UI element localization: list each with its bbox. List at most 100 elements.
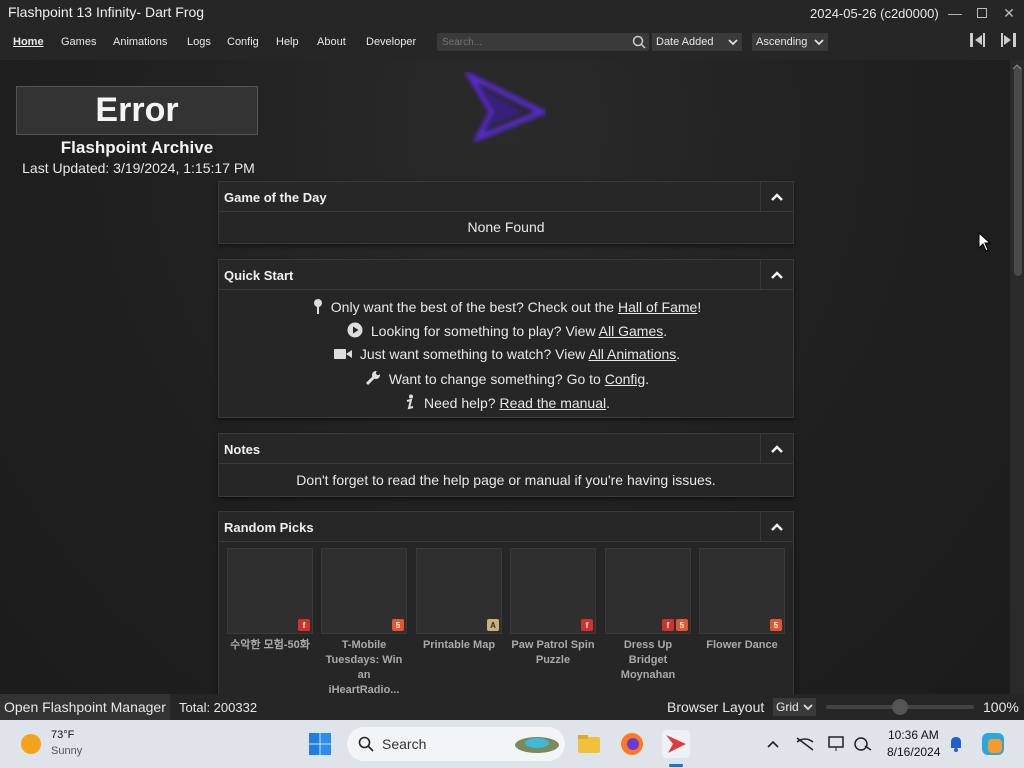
clock-time[interactable]: 10:36 AM bbox=[888, 728, 939, 742]
window-title: Flashpoint 13 Infinity- Dart Frog bbox=[8, 4, 205, 20]
sync-icon[interactable] bbox=[853, 736, 873, 752]
config-link[interactable]: Config bbox=[605, 371, 645, 387]
app-window: Flashpoint 13 Infinity- Dart Frog 2024-0… bbox=[0, 0, 1024, 720]
collapse-button[interactable] bbox=[760, 182, 793, 212]
flash-platform-icon: f bbox=[298, 619, 310, 631]
game-thumbnail: A bbox=[416, 548, 502, 634]
network-disconnected-icon[interactable] bbox=[795, 736, 815, 752]
all-animations-link[interactable]: All Animations bbox=[588, 346, 676, 362]
folder-icon bbox=[578, 735, 600, 753]
panel-title: Random Picks bbox=[224, 520, 314, 535]
status-bar: Open Flashpoint Manager Total: 200332 Br… bbox=[0, 694, 1024, 720]
notification-bell-icon[interactable] bbox=[948, 735, 964, 753]
menu-about[interactable]: About bbox=[317, 36, 346, 48]
panel-title: Notes bbox=[224, 442, 261, 457]
flash-platform-icon: f bbox=[662, 619, 674, 631]
wrench-icon bbox=[365, 371, 380, 386]
taskbar: 73°F Sunny Search 10:36 AM 8/16/2024 bbox=[0, 720, 1024, 768]
zoom-slider-thumb[interactable] bbox=[892, 699, 908, 715]
menu-games[interactable]: Games bbox=[61, 36, 96, 48]
video-icon bbox=[333, 349, 352, 359]
version-label: 2024-05-26 (c2d0000) bbox=[810, 6, 939, 21]
active-app-indicator bbox=[669, 764, 683, 767]
chevron-up-icon[interactable] bbox=[766, 739, 780, 749]
medal-icon bbox=[313, 299, 322, 314]
html5-platform-icon: 5 bbox=[392, 619, 404, 631]
game-thumbnail: f bbox=[510, 548, 596, 634]
random-pick-card[interactable]: A Printable Map bbox=[416, 548, 502, 653]
firefox-button[interactable] bbox=[618, 730, 646, 758]
menu-animations[interactable]: Animations bbox=[113, 36, 167, 48]
clock-date[interactable]: 8/16/2024 bbox=[887, 745, 940, 759]
last-updated: Last Updated: 3/19/2024, 1:15:17 PM bbox=[22, 160, 255, 176]
quick-item-all-animations: Just want something to watch? View All A… bbox=[219, 346, 795, 362]
mouse-cursor-icon bbox=[978, 232, 992, 252]
close-button[interactable]: ✕ bbox=[998, 3, 1020, 23]
menu-home[interactable]: Home bbox=[13, 36, 44, 48]
collapse-button[interactable] bbox=[760, 434, 793, 464]
file-explorer-button[interactable] bbox=[575, 730, 603, 758]
info-icon bbox=[406, 394, 414, 410]
layout-select[interactable]: Grid bbox=[773, 698, 816, 716]
menu-config[interactable]: Config bbox=[227, 36, 259, 48]
random-pick-card[interactable]: 5 T-Mobile Tuesdays: Win an iHeartRadio... bbox=[321, 548, 407, 698]
read-manual-link[interactable]: Read the manual bbox=[499, 395, 606, 411]
search-icon[interactable] bbox=[632, 35, 646, 49]
scrollbar-thumb[interactable] bbox=[1014, 66, 1022, 276]
chevron-up-icon bbox=[771, 523, 783, 531]
display-icon[interactable] bbox=[827, 736, 847, 752]
weather-temp: 73°F bbox=[51, 729, 75, 741]
game-thumbnail: 5 bbox=[321, 548, 407, 634]
panel-header: Random Picks bbox=[219, 512, 793, 542]
search-highlight-icon bbox=[515, 737, 559, 753]
menu-help[interactable]: Help bbox=[276, 36, 299, 48]
play-icon bbox=[347, 322, 363, 338]
taskbar-search-box[interactable]: Search bbox=[347, 727, 565, 761]
sort-field-select[interactable]: Date Added bbox=[652, 33, 742, 51]
title-bar: Flashpoint 13 Infinity- Dart Frog 2024-0… bbox=[0, 0, 1024, 26]
collapse-button[interactable] bbox=[760, 260, 793, 290]
total-count: Total: 200332 bbox=[179, 700, 258, 715]
game-thumbnail: f bbox=[227, 548, 313, 634]
all-games-link[interactable]: All Games bbox=[599, 323, 664, 339]
random-pick-card[interactable]: 5 Flower Dance bbox=[699, 548, 785, 653]
sun-icon[interactable] bbox=[20, 733, 42, 755]
scroll-up-icon[interactable] bbox=[1008, 62, 1024, 72]
game-of-the-day-panel: Game of the Day None Found bbox=[218, 181, 794, 244]
menu-developer[interactable]: Developer bbox=[366, 36, 416, 48]
toggle-left-sidebar-icon[interactable] bbox=[968, 32, 990, 48]
toggle-right-sidebar-icon[interactable] bbox=[996, 32, 1018, 48]
maximize-button[interactable] bbox=[971, 3, 993, 23]
html5-platform-icon: 5 bbox=[676, 619, 688, 631]
game-title: 수악한 모험-50화 bbox=[230, 639, 310, 651]
random-pick-card[interactable]: f5 Dress Up Bridget Moynahan bbox=[605, 548, 691, 683]
minimize-button[interactable]: — bbox=[944, 3, 966, 23]
panel-title: Game of the Day bbox=[224, 190, 327, 205]
firefox-icon bbox=[621, 733, 643, 755]
sort-order-select[interactable]: Ascending bbox=[752, 33, 828, 51]
sort-field-value: Date Added bbox=[656, 36, 714, 48]
random-picks-panel: Random Picks f 수악한 모험-50화 5 T-Mobile Tues… bbox=[218, 511, 794, 711]
search-icon bbox=[358, 736, 374, 752]
game-title: Dress Up Bridget Moynahan bbox=[620, 639, 676, 681]
panel-header: Game of the Day bbox=[219, 182, 793, 212]
windows-logo-icon bbox=[309, 733, 331, 755]
copilot-icon[interactable] bbox=[980, 731, 1006, 757]
other-platform-icon: A bbox=[487, 619, 499, 631]
panel-header: Notes bbox=[219, 434, 793, 464]
open-manager-button[interactable]: Open Flashpoint Manager bbox=[0, 694, 170, 720]
flashpoint-taskbar-button[interactable] bbox=[662, 730, 690, 758]
hall-of-fame-link[interactable]: Hall of Fame bbox=[618, 299, 697, 315]
quick-item-config: Want to change something? Go to Config. bbox=[219, 370, 795, 387]
chevron-down-icon bbox=[803, 704, 813, 711]
quick-start-panel: Quick Start Only want the best of the be… bbox=[218, 259, 794, 418]
menu-logs[interactable]: Logs bbox=[187, 36, 211, 48]
random-pick-card[interactable]: f 수악한 모험-50화 bbox=[227, 548, 313, 653]
game-title: Flower Dance bbox=[706, 639, 778, 651]
notes-panel: Notes Don't forget to read the help page… bbox=[218, 433, 794, 497]
start-button[interactable] bbox=[306, 730, 334, 758]
collapse-button[interactable] bbox=[760, 512, 793, 542]
search-input[interactable] bbox=[437, 33, 649, 51]
panel-title: Quick Start bbox=[224, 268, 294, 283]
random-pick-card[interactable]: f Paw Patrol Spin Puzzle bbox=[510, 548, 596, 668]
